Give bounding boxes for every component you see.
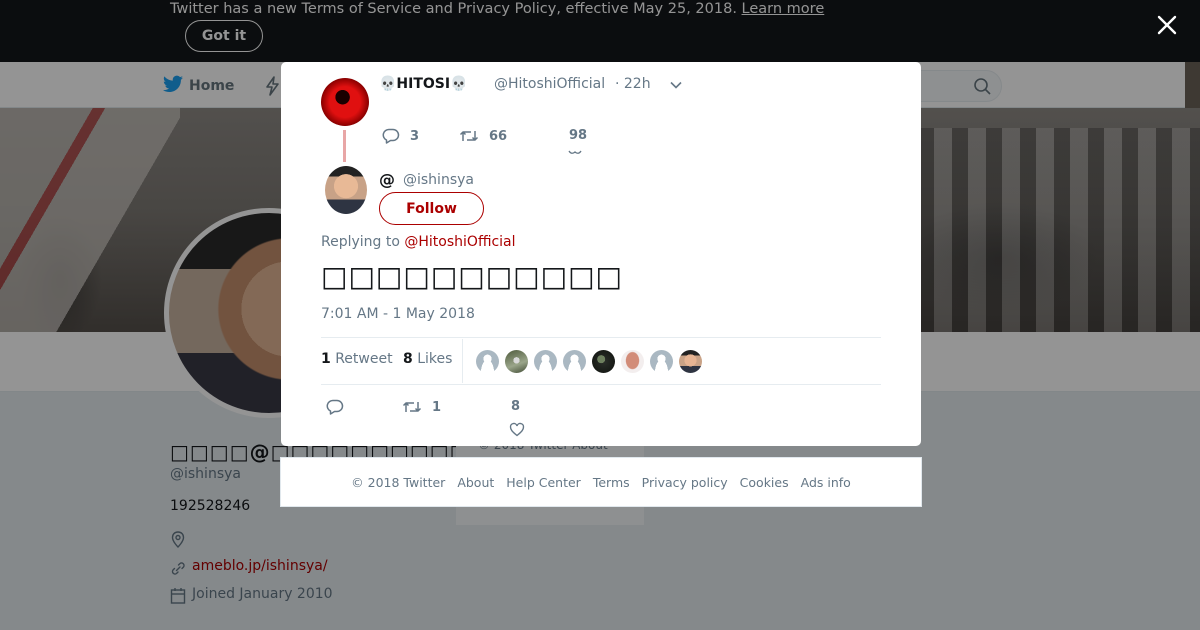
parent-tweet-avatar[interactable] (321, 78, 369, 126)
like-count: 8 (511, 399, 521, 414)
parent-like-count: 98 (569, 128, 588, 143)
heart-icon[interactable] (509, 422, 525, 437)
liker-avatar[interactable] (621, 350, 644, 373)
liker-avatar[interactable] (534, 350, 557, 373)
tweet-text: □□□□□□□□□□□ (321, 260, 624, 293)
parent-reply-count: 3 (410, 128, 420, 144)
stats-divider-top (321, 337, 881, 338)
liker-avatar-list (476, 350, 702, 373)
liker-avatar[interactable] (505, 350, 528, 373)
footer-link-help-center[interactable]: Help Center (506, 475, 581, 490)
likes-stat-label: Likes (417, 351, 453, 367)
modal-footer: © 2018 Twitter About Help Center Terms P… (280, 457, 922, 507)
liker-avatar[interactable] (679, 350, 702, 373)
parent-tweet-timestamp[interactable]: · 22h (615, 76, 651, 92)
tweet-author-avatar[interactable] (325, 166, 367, 214)
replying-to-link[interactable]: @HitoshiOfficial (404, 234, 515, 250)
footer-copyright: © 2018 Twitter (351, 475, 446, 490)
stats-divider-bottom (321, 384, 881, 385)
reply-icon (326, 399, 344, 415)
footer-link-ads-info[interactable]: Ads info (801, 475, 851, 490)
replying-to-context: Replying to @HitoshiOfficial (321, 234, 516, 250)
parent-tweet-author-name[interactable]: 💀HITOSI💀 (379, 76, 468, 92)
reply-icon (382, 128, 400, 144)
conversation-thread-line (343, 130, 346, 162)
reply-button[interactable] (326, 399, 344, 415)
parent-reply-button[interactable]: 3 (382, 128, 419, 144)
likes-stat-count: 8 (403, 351, 413, 367)
caret-down-icon[interactable] (669, 78, 683, 92)
footer-link-privacy-policy[interactable]: Privacy policy (642, 475, 728, 490)
tweet-author-handle[interactable]: @ishinsya (403, 172, 474, 188)
stats-vertical-divider (462, 339, 463, 383)
retweet-stat-label: Retweet (335, 351, 393, 367)
tweet-timestamp[interactable]: 7:01 AM - 1 May 2018 (321, 306, 475, 322)
liker-avatar[interactable] (563, 350, 586, 373)
retweet-button[interactable]: 1 (402, 399, 441, 415)
footer-links: © 2018 Twitter About Help Center Terms P… (281, 475, 921, 490)
follow-button[interactable]: Follow (379, 192, 484, 225)
footer-link-terms[interactable]: Terms (593, 475, 630, 490)
retweet-icon (402, 402, 422, 412)
parent-tweet-author-handle[interactable]: @HitoshiOfficial (494, 76, 605, 92)
liker-avatar[interactable] (650, 350, 673, 373)
close-icon[interactable] (1154, 12, 1180, 38)
liker-avatar[interactable] (476, 350, 499, 373)
liker-avatar[interactable] (592, 350, 615, 373)
retweet-stat-count: 1 (321, 351, 331, 367)
replying-to-prefix: Replying to (321, 234, 400, 250)
retweet-stat[interactable]: 1 Retweet (321, 351, 393, 367)
footer-link-cookies[interactable]: Cookies (740, 475, 789, 490)
retweet-icon (459, 131, 479, 141)
likes-stat[interactable]: 8 Likes (403, 351, 452, 367)
parent-retweet-count: 66 (489, 128, 508, 144)
parent-like-button[interactable]: 98 (569, 128, 587, 143)
tweet-author-name[interactable]: @ (379, 170, 395, 189)
retweet-count: 1 (432, 399, 442, 415)
footer-link-about[interactable]: About (457, 475, 494, 490)
parent-retweet-button[interactable]: 66 (459, 128, 507, 144)
tweet-modal: 💀HITOSI💀 @HitoshiOfficial · 22h 3 66 98 … (281, 62, 921, 446)
heart-icon[interactable] (568, 150, 582, 156)
